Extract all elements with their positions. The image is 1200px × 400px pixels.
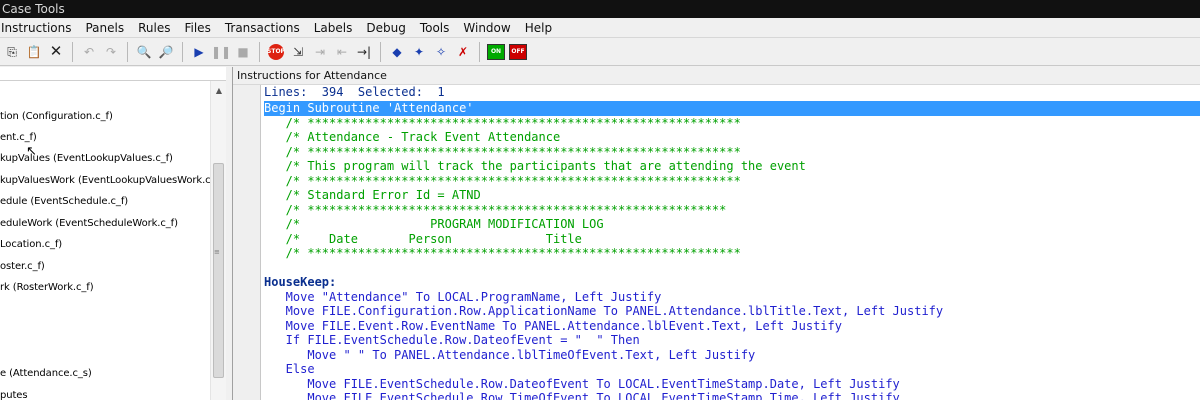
panel-splitter[interactable]	[226, 67, 233, 400]
run-icon[interactable]: ▶	[189, 42, 209, 62]
code-line[interactable]: Move FILE.Event.Row.EventName To PANEL.A…	[264, 319, 842, 334]
find-icon[interactable]: 🔍	[134, 42, 154, 62]
code-line[interactable]: /* Standard Error Id = ATND	[264, 188, 481, 203]
stop-square-icon[interactable]: ■	[233, 42, 253, 62]
find-next-icon[interactable]: 🔎	[156, 42, 176, 62]
code-line[interactable]: /* *************************************…	[264, 116, 741, 131]
step-into-icon[interactable]: ⇲	[288, 42, 308, 62]
tree-item[interactable]: edule (EventSchedule.c_f)	[0, 194, 128, 210]
code-line[interactable]: /* Attendance - Track Event Attendance	[264, 130, 561, 145]
toolbar-separator	[259, 41, 260, 62]
editor-gutter[interactable]	[233, 85, 261, 400]
menu-help[interactable]: Help	[518, 18, 559, 38]
trace-off-label: OFF	[509, 43, 527, 60]
toolbar-separator	[72, 41, 73, 62]
code-line[interactable]: /* *************************************…	[264, 174, 741, 189]
project-tree-panel: tion (Configuration.c_f) ent.c_f) kupVal…	[0, 67, 226, 400]
code-line[interactable]: /* *************************************…	[264, 145, 741, 160]
menu-debug[interactable]: Debug	[359, 18, 412, 38]
code-editor[interactable]: Lines: 394 Selected: 1 Begin Subroutine …	[233, 85, 1200, 400]
trace-on-label: ON	[487, 43, 505, 60]
toolbar-separator	[127, 41, 128, 62]
menu-transactions[interactable]: Transactions	[218, 18, 307, 38]
breakpoint-icon[interactable]: ◆	[387, 42, 407, 62]
trace-off-icon[interactable]: OFF	[508, 42, 528, 62]
tree-item[interactable]: rk (RosterWork.c_f)	[0, 280, 94, 296]
toolbar-separator	[380, 41, 381, 62]
menu-files[interactable]: Files	[177, 18, 217, 38]
tree-item[interactable]: Location.c_f)	[0, 237, 62, 253]
instructions-window: Instructions for Attendance Lines: 394 S…	[233, 67, 1200, 400]
code-line[interactable]: /* *************************************…	[264, 203, 727, 218]
breakpoint-clear-icon[interactable]: ✧	[431, 42, 451, 62]
scrollbar-grip-icon: ≡	[214, 248, 220, 256]
code-area[interactable]: Lines: 394 Selected: 1 Begin Subroutine …	[264, 85, 1200, 400]
delete-icon[interactable]: ✕	[46, 42, 66, 62]
code-line[interactable]: /* PROGRAM MODIFICATION LOG	[264, 217, 604, 232]
code-line[interactable]: HouseKeep:	[264, 275, 336, 290]
project-tree: tion (Configuration.c_f) ent.c_f) kupVal…	[0, 81, 210, 400]
code-line[interactable]: Move "Attendance" To LOCAL.ProgramName, …	[264, 290, 662, 305]
breakpoint-enable-icon[interactable]: ✦	[409, 42, 429, 62]
instructions-window-title: Instructions for Attendance	[233, 67, 1200, 85]
redo-icon[interactable]: ↷	[101, 42, 121, 62]
breakpoint-delete-icon[interactable]: ✗	[453, 42, 473, 62]
run-to-cursor-icon[interactable]: →|	[354, 42, 374, 62]
menu-tools[interactable]: Tools	[413, 18, 457, 38]
tree-item[interactable]: putes	[0, 388, 28, 400]
tree-item[interactable]: e (Attendance.c_s)	[0, 366, 92, 382]
paste-icon[interactable]: 📋	[24, 42, 44, 62]
line-count-status: Lines: 394 Selected: 1	[264, 85, 445, 99]
menu-rules[interactable]: Rules	[131, 18, 177, 38]
window-titlebar: Case Tools	[0, 0, 1200, 18]
code-line-selected[interactable]: Begin Subroutine 'Attendance'	[264, 101, 1200, 116]
scrollbar-thumb[interactable]	[213, 163, 224, 378]
tree-item[interactable]: kupValuesWork (EventLookupValuesWork.c_f…	[0, 173, 210, 189]
copy-icon[interactable]: ⎘	[2, 42, 22, 62]
code-line[interactable]: /* Date Person Title	[264, 232, 582, 247]
menu-window[interactable]: Window	[456, 18, 517, 38]
step-over-icon[interactable]: ⇥	[310, 42, 330, 62]
code-line[interactable]: Move FILE.EventSchedule.Row.TimeOfEvent …	[264, 391, 899, 400]
tree-item[interactable]: eduleWork (EventScheduleWork.c_f)	[0, 216, 178, 232]
code-line[interactable]: If FILE.EventSchedule.Row.DateofEvent = …	[264, 333, 640, 348]
undo-icon[interactable]: ↶	[79, 42, 99, 62]
code-line[interactable]: Move FILE.EventSchedule.Row.DateofEvent …	[264, 377, 899, 392]
tree-item[interactable]: oster.c_f)	[0, 259, 45, 275]
code-line[interactable]: Else	[264, 362, 315, 377]
code-line[interactable]: Move FILE.Configuration.Row.ApplicationN…	[264, 304, 943, 319]
pause-icon[interactable]: ❚❚	[211, 42, 231, 62]
menu-labels[interactable]: Labels	[307, 18, 360, 38]
mouse-cursor-icon: ↖	[26, 144, 37, 159]
code-line[interactable]: /* This program will track the participa…	[264, 159, 806, 174]
toolbar: ⎘ 📋 ✕ ↶ ↷ 🔍 🔎 ▶ ❚❚ ■ STOP ⇲ ⇥ ⇤ →| ◆ ✦ ✧…	[0, 38, 1200, 66]
menu-instructions[interactable]: Instructions	[0, 18, 78, 38]
tree-item[interactable]: tion (Configuration.c_f)	[0, 109, 113, 125]
toolbar-separator	[479, 41, 480, 62]
menu-bar: Instructions Panels Rules Files Transact…	[0, 18, 1200, 38]
scroll-up-icon[interactable]: ▲	[211, 83, 227, 99]
menu-panels[interactable]: Panels	[78, 18, 131, 38]
trace-on-icon[interactable]: ON	[486, 42, 506, 62]
window-title: Case Tools	[2, 2, 65, 16]
code-line[interactable]: Move " " To PANEL.Attendance.lblTimeOfEv…	[264, 348, 755, 363]
stop-icon[interactable]: STOP	[266, 42, 286, 62]
code-line[interactable]: /* *************************************…	[264, 246, 741, 261]
tree-header	[0, 67, 226, 81]
step-out-icon[interactable]: ⇤	[332, 42, 352, 62]
tree-scrollbar[interactable]: ▲ ≡	[210, 81, 226, 400]
stop-label: STOP	[267, 43, 285, 60]
toolbar-separator	[182, 41, 183, 62]
